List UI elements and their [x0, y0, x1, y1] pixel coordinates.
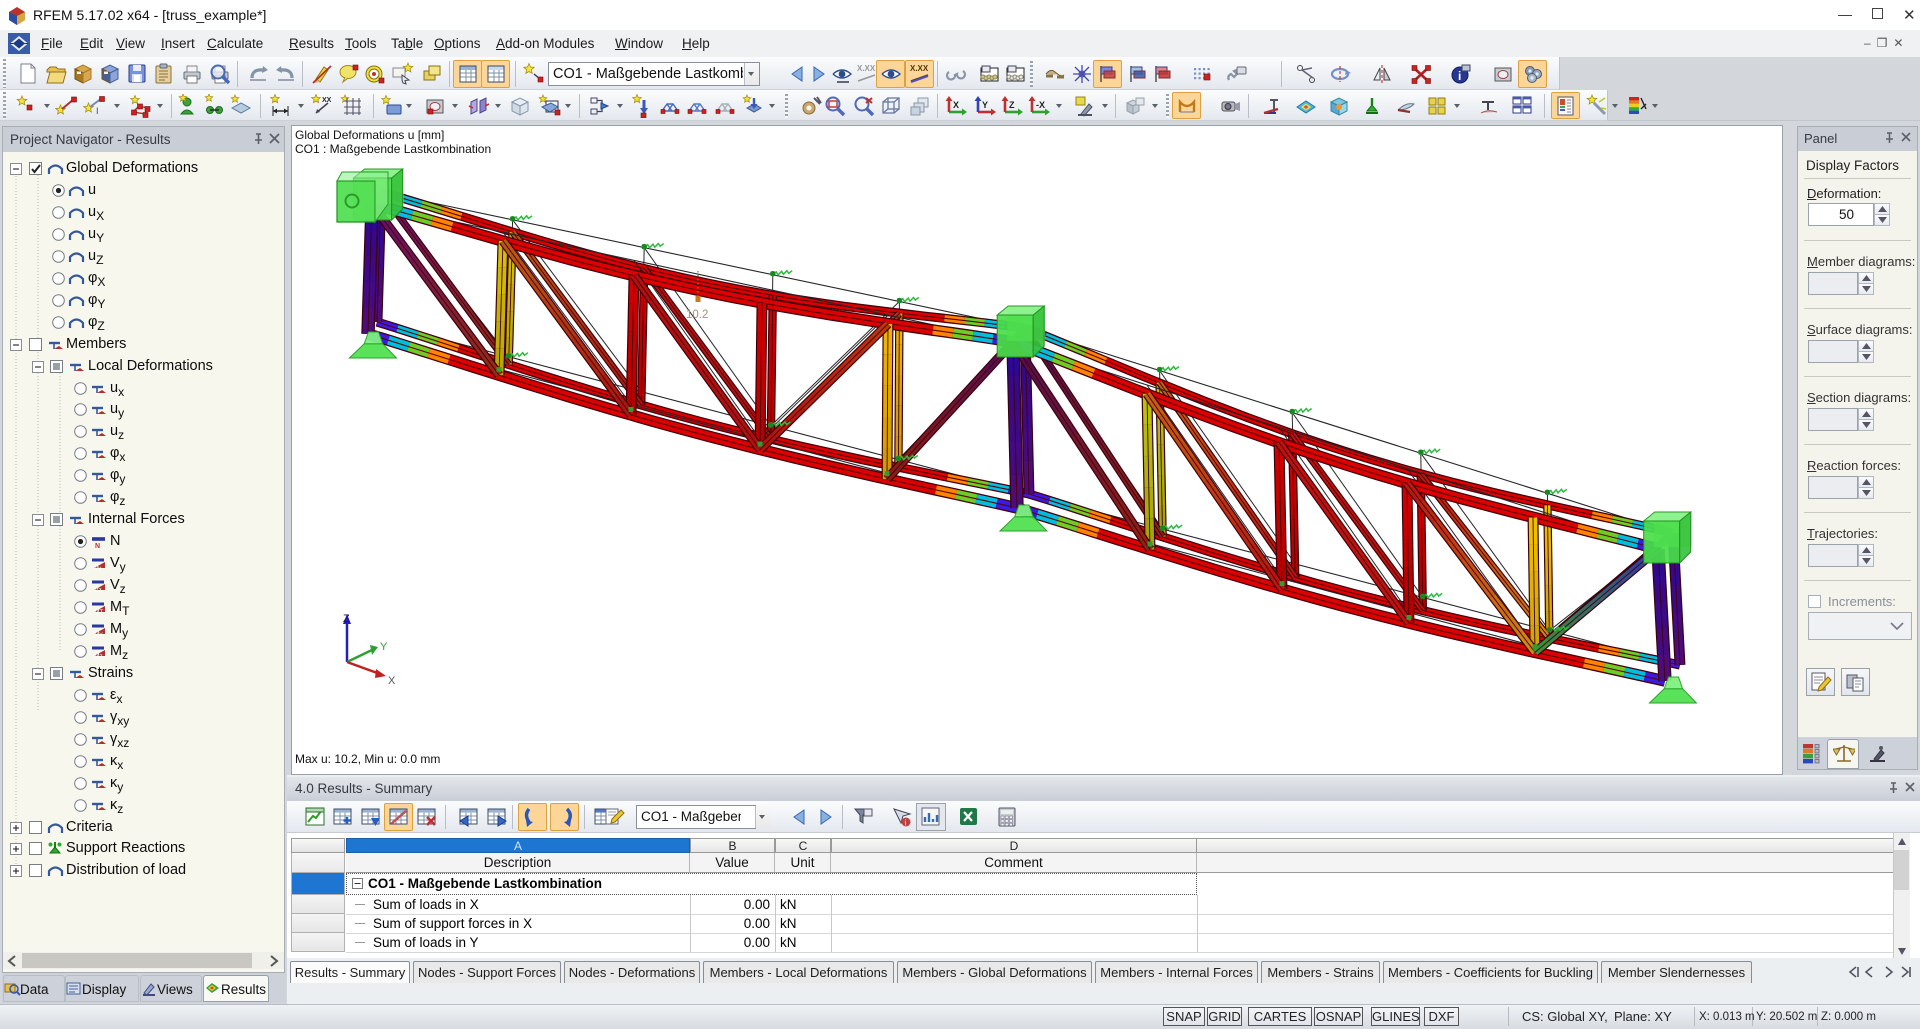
svg-text:X.XX: X.XX: [910, 64, 929, 73]
svg-text:XX: XX: [322, 97, 332, 104]
svg-text:N: N: [95, 543, 100, 549]
svg-text:Z: Z: [1009, 100, 1015, 110]
svg-text:Vz: Vz: [94, 587, 102, 593]
svg-text:X.XX: X.XX: [857, 64, 876, 73]
svg-text:MT: MT: [94, 609, 103, 615]
svg-text:Z: Z: [343, 613, 350, 625]
svg-text:Vy: Vy: [94, 565, 102, 571]
svg-text:My: My: [94, 631, 103, 637]
svg-text:10.2: 10.2: [686, 309, 708, 321]
svg-text:I: I: [96, 106, 99, 116]
svg-text:X: X: [953, 100, 959, 110]
svg-text:Mz: Mz: [94, 653, 103, 659]
svg-text:Y: Y: [380, 641, 388, 653]
svg-text:Y: Y: [982, 100, 988, 110]
svg-text:-X: -X: [1036, 100, 1045, 110]
svg-text:i: i: [1458, 69, 1461, 83]
svg-text:i: i: [905, 819, 907, 828]
svg-text:X: X: [388, 675, 396, 687]
